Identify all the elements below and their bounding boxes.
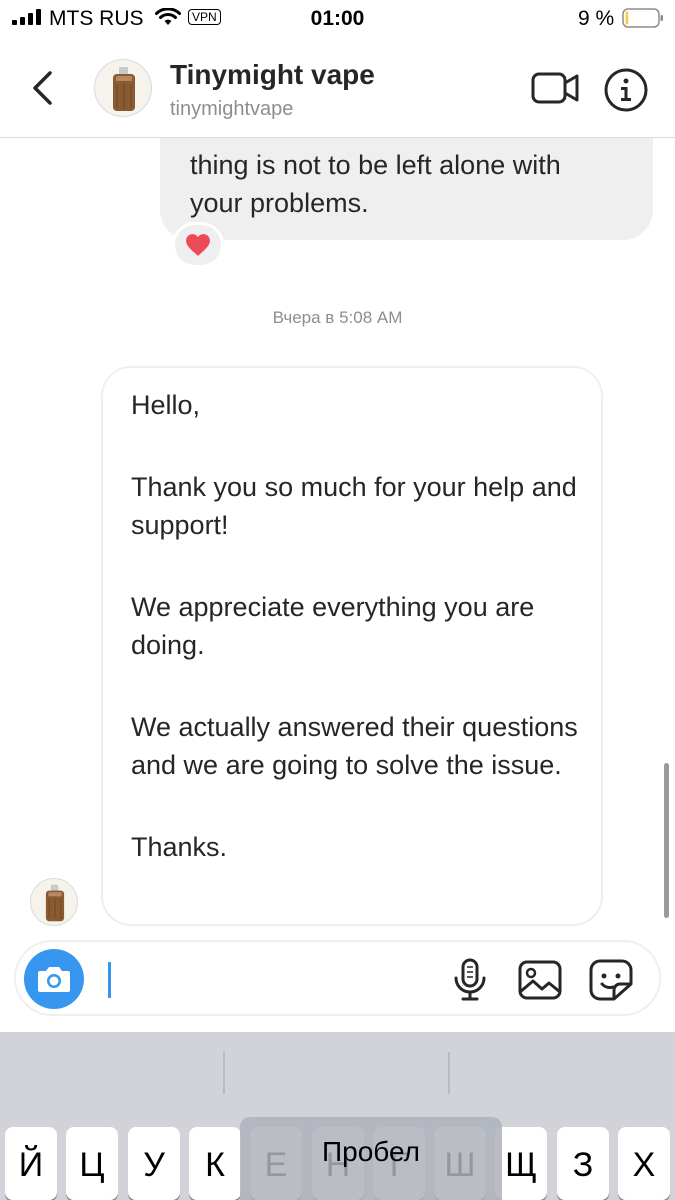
key[interactable]: К <box>189 1127 241 1200</box>
message-paragraph: Hello, <box>131 390 201 420</box>
sticker-icon[interactable] <box>588 958 634 1002</box>
key[interactable]: Й <box>5 1127 57 1200</box>
info-icon[interactable] <box>603 67 649 113</box>
space-bar-label: Пробел <box>322 1136 420 1167</box>
status-bar: MTS RUS VPN 01:00 9 % <box>0 0 675 38</box>
message-composer <box>14 940 661 1016</box>
keyboard: Й Ц У К Е Н Г Ш Щ З Х Пробел <box>0 1032 675 1200</box>
message-timestamp: Вчера в 5:08 AM <box>272 308 403 327</box>
microphone-icon[interactable] <box>452 958 488 1002</box>
message-paragraph: Thanks. <box>131 832 228 862</box>
contact-avatar[interactable] <box>94 59 152 117</box>
message-paragraph: We appreciate everything you are doing. <box>131 592 535 660</box>
suggestion-divider <box>448 1052 450 1094</box>
battery-percent: 9 % <box>578 7 615 30</box>
key[interactable]: Х <box>618 1127 670 1200</box>
chat-header: Tinymight vape tinymightvape <box>0 38 675 138</box>
key[interactable]: З <box>557 1127 609 1200</box>
received-message-text: Hello, Thank you so much for your help a… <box>131 386 581 910</box>
contact-username[interactable]: tinymightvape <box>170 98 293 121</box>
key[interactable]: Ц <box>66 1127 118 1200</box>
camera-icon <box>38 967 70 992</box>
suggestion-divider <box>223 1052 225 1094</box>
carrier-label: MTS RUS <box>49 7 144 30</box>
key[interactable]: У <box>128 1127 180 1200</box>
key[interactable]: Щ <box>495 1127 547 1200</box>
scrollbar[interactable] <box>664 763 669 918</box>
message-reaction[interactable] <box>172 222 224 268</box>
sent-message-text: thing is not to be left alone with your … <box>190 150 561 218</box>
cellular-signal-icon <box>12 9 41 25</box>
sender-avatar[interactable] <box>30 878 78 926</box>
gallery-icon[interactable] <box>517 959 563 1001</box>
message-input[interactable] <box>108 962 111 998</box>
vape-device-icon <box>45 884 65 922</box>
back-arrow-icon[interactable] <box>28 68 56 108</box>
video-call-icon[interactable] <box>530 70 580 106</box>
received-message-bubble[interactable]: Hello, Thank you so much for your help a… <box>101 366 603 926</box>
camera-button[interactable] <box>24 949 84 1009</box>
contact-name[interactable]: Tinymight vape <box>170 59 375 91</box>
battery-icon <box>622 8 663 28</box>
message-list[interactable]: thing is not to be left alone with your … <box>0 138 675 938</box>
heart-icon <box>186 234 210 256</box>
vpn-badge: VPN <box>188 9 221 25</box>
message-paragraph: We actually answered their questions and… <box>131 712 578 780</box>
sent-message-bubble[interactable]: thing is not to be left alone with your … <box>160 138 653 240</box>
wifi-icon <box>155 8 181 25</box>
vape-device-icon <box>113 67 135 111</box>
message-paragraph: Thank you so much for your help and supp… <box>131 472 577 540</box>
